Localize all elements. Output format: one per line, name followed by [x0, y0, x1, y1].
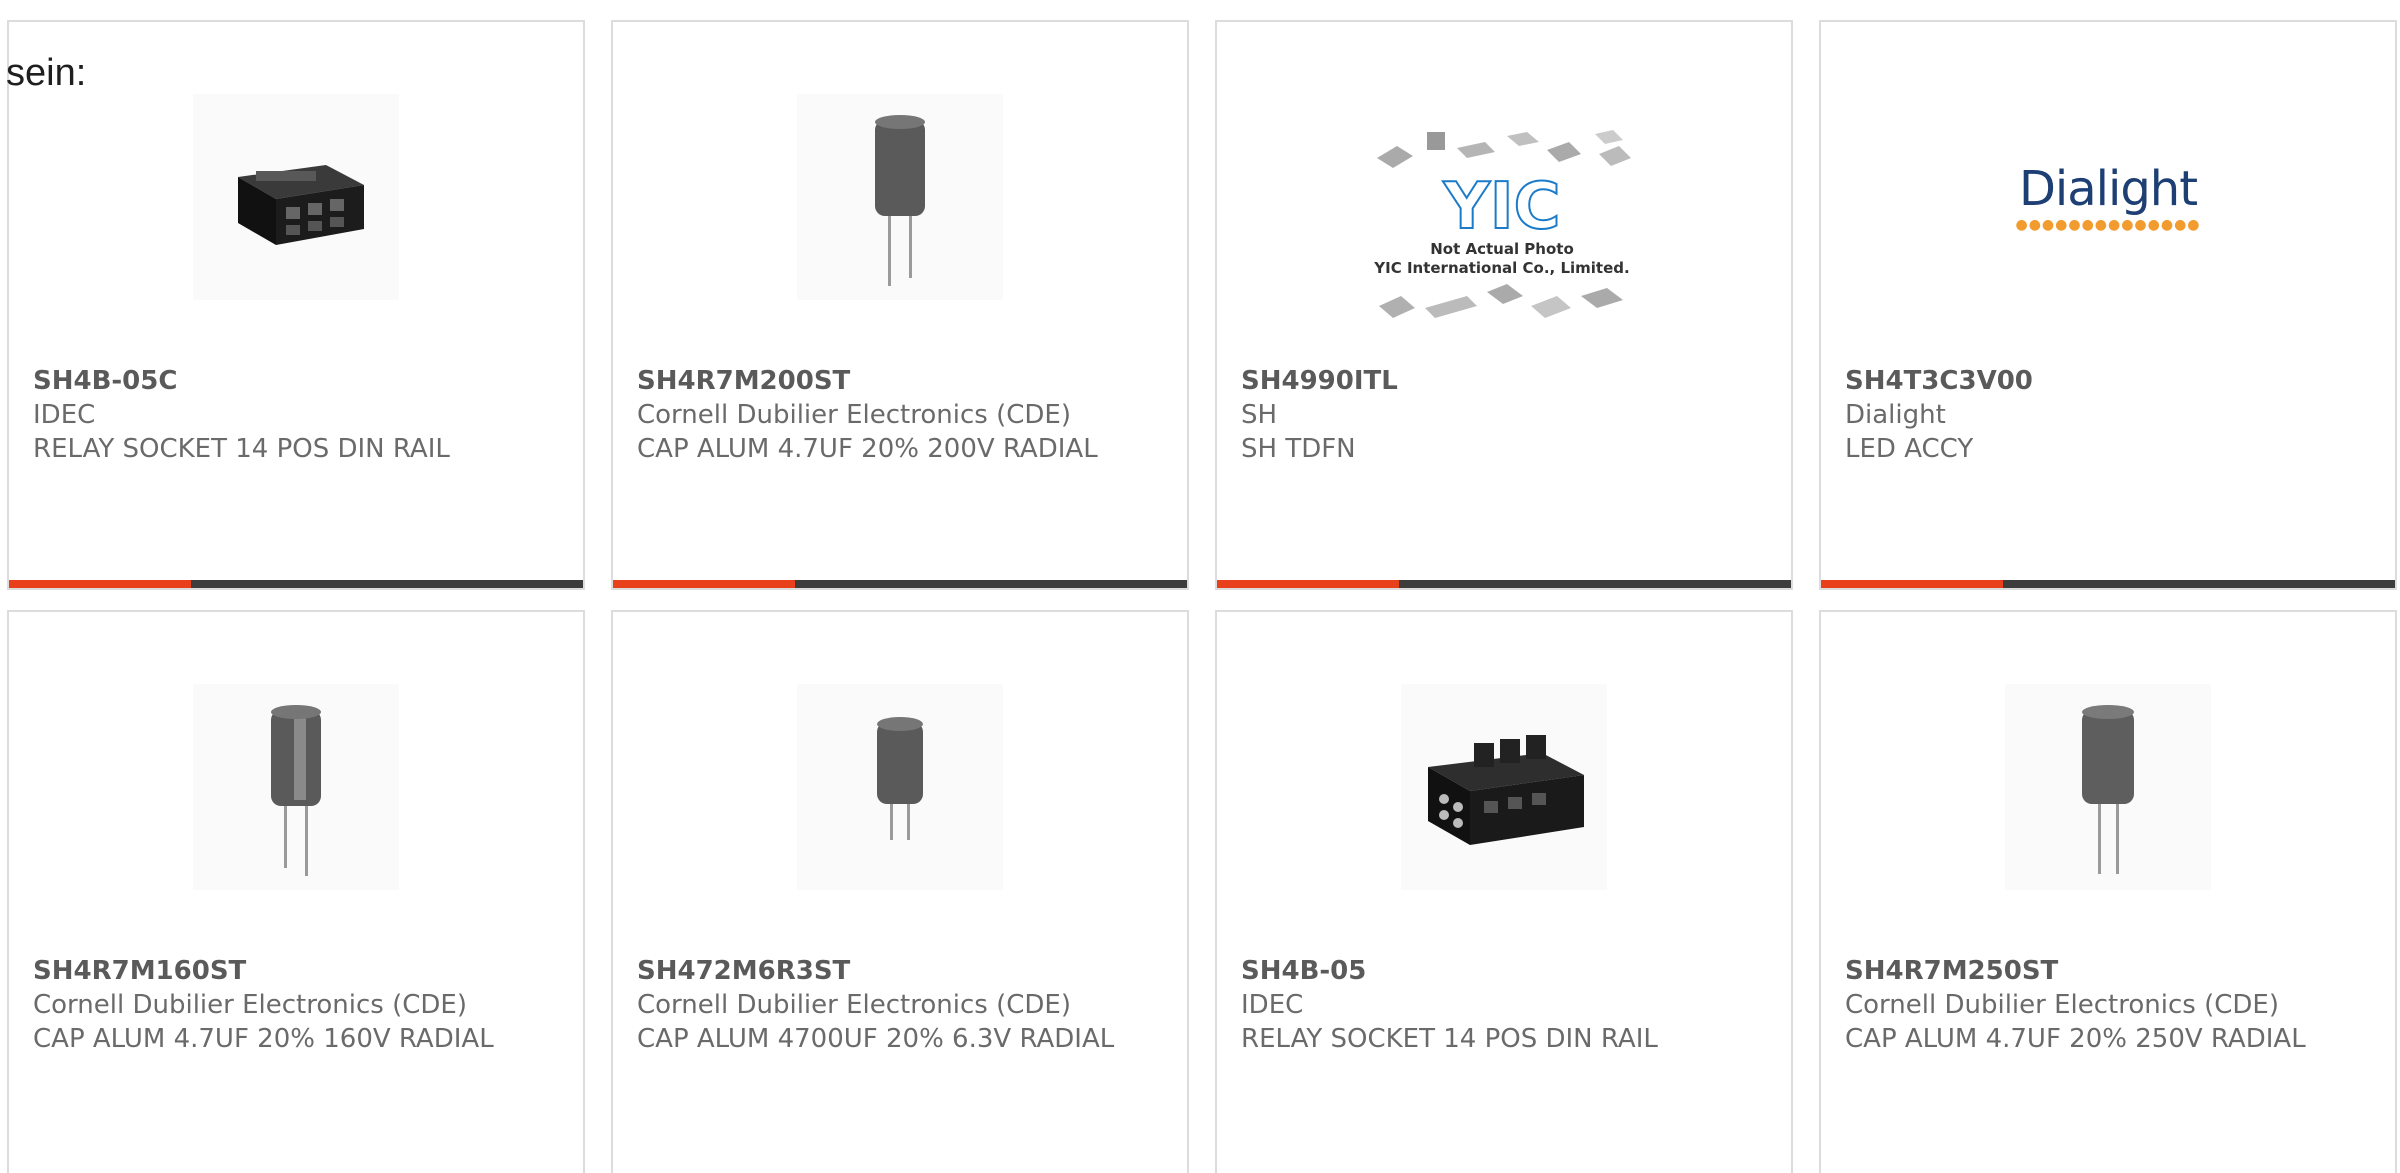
product-info: SH4R7M160ST Cornell Dubilier Electronics…	[33, 954, 563, 1056]
lead-text: sein:	[6, 52, 87, 94]
part-number[interactable]: SH472M6R3ST	[637, 954, 1167, 988]
image-caption: Not Actual Photo	[1430, 240, 1574, 258]
part-number[interactable]: SH4990ITL	[1241, 364, 1771, 398]
product-info: SH4B-05C IDEC RELAY SOCKET 14 POS DIN RA…	[33, 364, 563, 466]
product-image[interactable]	[1401, 684, 1607, 890]
manufacturer: IDEC	[1241, 990, 1304, 1020]
product-image[interactable]	[2005, 684, 2211, 890]
description: CAP ALUM 4.7UF 20% 160V RADIAL	[33, 1024, 494, 1054]
logo-dots: ●●●●●●●●●●●●●●	[2015, 217, 2201, 233]
product-card[interactable]: YIC Not Actual Photo YIC International C…	[1215, 20, 1793, 590]
product-card[interactable]: SH4B-05C IDEC RELAY SOCKET 14 POS DIN RA…	[7, 20, 585, 590]
capacitor-icon	[877, 717, 923, 840]
product-card[interactable]: Dialight ●●●●●●●●●●●●●● SH4T3C3V00 Diali…	[1819, 20, 2397, 590]
capacitor-icon	[2082, 705, 2134, 874]
product-info: SH4B-05 IDEC RELAY SOCKET 14 POS DIN RAI…	[1241, 954, 1771, 1056]
product-info: SH4R7M250ST Cornell Dubilier Electronics…	[1845, 954, 2375, 1056]
product-card[interactable]: SH4R7M200ST Cornell Dubilier Electronics…	[611, 20, 1189, 590]
description: CAP ALUM 4.7UF 20% 250V RADIAL	[1845, 1024, 2306, 1054]
product-info: SH472M6R3ST Cornell Dubilier Electronics…	[637, 954, 1167, 1056]
chip-cluster-icon	[1377, 130, 1631, 168]
product-image[interactable]: Dialight ●●●●●●●●●●●●●●	[2005, 94, 2211, 300]
product-card[interactable]: SH4R7M160ST Cornell Dubilier Electronics…	[7, 610, 585, 1173]
manufacturer: IDEC	[33, 400, 96, 430]
product-image[interactable]	[797, 684, 1003, 890]
product-image[interactable]	[797, 94, 1003, 300]
card-bar-accent	[9, 580, 191, 588]
part-number[interactable]: SH4B-05	[1241, 954, 1771, 988]
description: CAP ALUM 4.7UF 20% 200V RADIAL	[637, 434, 1098, 464]
description: RELAY SOCKET 14 POS DIN RAIL	[1241, 1024, 1658, 1054]
card-bar	[1821, 580, 2395, 588]
card-bar-accent	[1821, 580, 2003, 588]
product-card[interactable]: SH472M6R3ST Cornell Dubilier Electronics…	[611, 610, 1189, 1173]
manufacturer: SH	[1241, 400, 1278, 430]
part-number[interactable]: SH4R7M160ST	[33, 954, 563, 988]
product-info: SH4T3C3V00 Dialight LED ACCY	[1845, 364, 2375, 466]
part-number[interactable]: SH4R7M200ST	[637, 364, 1167, 398]
part-number[interactable]: SH4R7M250ST	[1845, 954, 2375, 988]
card-bar	[1217, 580, 1791, 588]
description: CAP ALUM 4700UF 20% 6.3V RADIAL	[637, 1024, 1115, 1054]
product-image[interactable]: YIC Not Actual Photo YIC International C…	[1357, 106, 1647, 352]
image-caption: YIC International Co., Limited.	[1374, 259, 1630, 277]
part-number[interactable]: SH4T3C3V00	[1845, 364, 2375, 398]
product-image[interactable]	[193, 94, 399, 300]
yic-logo: YIC	[1442, 170, 1561, 244]
relay-socket-icon	[1428, 735, 1584, 845]
product-info: SH4990ITL SH SH TDFN	[1241, 364, 1771, 466]
product-image[interactable]	[193, 684, 399, 890]
description: SH TDFN	[1241, 434, 1356, 464]
manufacturer: Cornell Dubilier Electronics (CDE)	[33, 990, 467, 1020]
product-info: SH4R7M200ST Cornell Dubilier Electronics…	[637, 364, 1167, 466]
product-card[interactable]: SH4R7M250ST Cornell Dubilier Electronics…	[1819, 610, 2397, 1173]
manufacturer: Dialight	[1845, 400, 1946, 430]
manufacturer: Cornell Dubilier Electronics (CDE)	[637, 990, 1071, 1020]
card-bar	[613, 580, 1187, 588]
logo-text: Dialight	[2018, 161, 2198, 217]
card-bar	[9, 580, 583, 588]
yic-placeholder-icon: YIC Not Actual Photo YIC International C…	[1367, 128, 1637, 330]
product-card[interactable]: SH4B-05 IDEC RELAY SOCKET 14 POS DIN RAI…	[1215, 610, 1793, 1173]
relay-socket-icon	[238, 165, 364, 245]
dialight-logo: Dialight ●●●●●●●●●●●●●●	[2015, 161, 2200, 233]
description: RELAY SOCKET 14 POS DIN RAIL	[33, 434, 450, 464]
capacitor-icon	[875, 115, 925, 286]
capacitor-icon	[271, 705, 321, 876]
description: LED ACCY	[1845, 434, 1974, 464]
card-bar-accent	[1217, 580, 1399, 588]
part-number[interactable]: SH4B-05C	[33, 364, 563, 398]
manufacturer: Cornell Dubilier Electronics (CDE)	[637, 400, 1071, 430]
manufacturer: Cornell Dubilier Electronics (CDE)	[1845, 990, 2279, 1020]
chip-cluster-icon	[1379, 284, 1623, 318]
product-grid-page: sein: SH4B-05C IDEC RELAY SOCKET 14 POS …	[0, 0, 2400, 1173]
card-bar-accent	[613, 580, 795, 588]
